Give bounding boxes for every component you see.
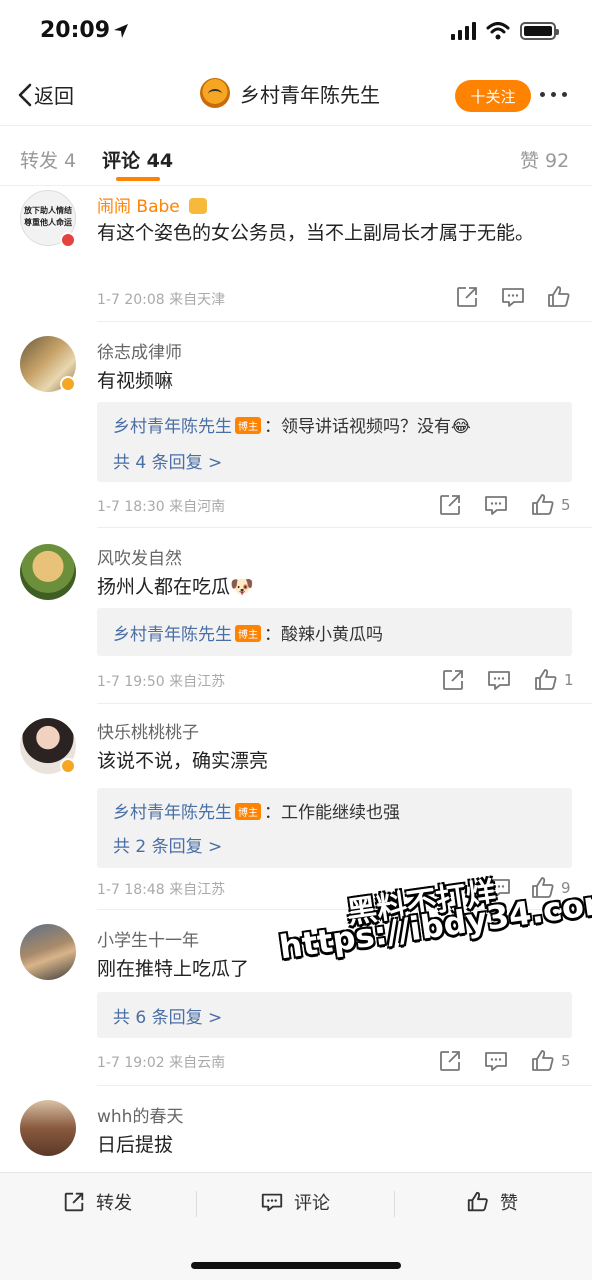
comment-text: 日后提拔 [97,1134,174,1156]
comment-username[interactable]: 风吹发自然 [97,544,182,569]
comment-icon [261,1193,283,1212]
like-icon [467,1191,488,1212]
verified-badge-icon [60,232,76,248]
reply-text: ：领导讲话视频吗？没有😂 [264,417,471,437]
verified-badge-icon [60,758,76,774]
status-bar: 20:09 [0,0,592,66]
like-icon[interactable] [546,284,572,310]
avatar-text: 放下助人情结 尊重他人命运 [24,206,72,227]
comment-username[interactable]: 快乐桃桃桃子 [97,718,199,743]
comment-text: 该说不说，确实漂亮 [97,750,269,772]
reply-author[interactable]: 乡村青年陈先生 [113,625,232,645]
like-icon[interactable] [533,667,559,693]
comment-item: 快乐桃桃桃子 该说不说，确实漂亮 乡村青年陈先生 博主 ：工作能继续也强 共 2 条… [0,704,592,910]
tab-comments[interactable]: 评论 44 [102,146,173,173]
comment-username[interactable]: whh的春天 [97,1102,183,1127]
comment-meta: 1-7 19:50 来自江苏 [97,674,226,690]
reply-box[interactable]: 共 6 条回复 > [97,992,572,1038]
more-replies-link[interactable]: 共 4 条回复 > [113,448,222,473]
comment-icon[interactable] [500,284,526,310]
avatar[interactable] [20,924,76,980]
more-replies-link[interactable]: 共 2 条回复 > [113,832,222,857]
more-replies-link[interactable]: 共 6 条回复 > [113,1003,222,1028]
back-button[interactable]: 返回 [16,80,74,109]
avatar[interactable] [20,544,76,600]
nav-title-group[interactable]: 乡村青年陈先生 [200,78,380,108]
tiger-avatar-icon [200,78,230,108]
share-icon[interactable] [437,1048,463,1074]
tab-repost[interactable]: 转发 4 [20,146,76,173]
reply-line: 乡村青年陈先生 博主 ：领导讲话视频吗？没有😂 [113,412,471,437]
reply-line: 乡村青年陈先生 博主 ：酸辣小黄瓜吗 [113,620,383,645]
crown-badge-icon [189,198,208,214]
comment-item: whh的春天 日后提拔 [0,1086,592,1172]
chevron-left-icon [18,83,32,106]
cellular-signal-icon [451,22,476,40]
comment-meta: 1-7 18:48 来自江苏 [97,882,226,898]
more-options-icon[interactable] [540,92,567,97]
comment-username[interactable]: 徐志成律师 [97,338,182,363]
author-badge: 博主 [235,625,261,642]
comment-icon[interactable] [483,1048,509,1074]
nav-bar: 返回 乡村青年陈先生 十关注 [0,66,592,126]
comment-meta: 1-7 19:02 来自云南 [97,1055,226,1071]
battery-icon [520,22,559,40]
verified-badge-icon [60,376,76,392]
location-arrow-icon [114,24,128,38]
tab-likes[interactable]: 赞 92 [520,146,569,173]
divider [394,1191,395,1217]
reply-box[interactable]: 乡村青年陈先生 博主 ：工作能继续也强 共 2 条回复 > [97,788,572,868]
share-icon[interactable] [437,492,463,518]
avatar[interactable] [20,1100,76,1156]
comment-item: 徐志成律师 有视频嘛 乡村青年陈先生 博主 ：领导讲话视频吗？没有😂 共 4 条回复… [0,322,592,528]
like-icon[interactable] [530,492,556,518]
like-button[interactable]: 赞 [466,1189,518,1215]
comment-username-text: 闹闹 Babe [97,197,180,217]
divider [196,1191,197,1217]
share-icon[interactable] [454,284,480,310]
like-count: 1 [564,671,574,689]
like-icon[interactable] [530,1048,556,1074]
reply-author[interactable]: 乡村青年陈先生 [113,803,232,823]
reply-box[interactable]: 乡村青年陈先生 博主 ：酸辣小黄瓜吗 [97,608,572,656]
comment-username[interactable]: 小学生十一年 [97,926,199,951]
comment-item: 风吹发自然 扬州人都在吃瓜🐶 乡村青年陈先生 博主 ：酸辣小黄瓜吗 1-7 19:5… [0,528,592,704]
repost-label: 转发 [96,1193,132,1214]
author-badge: 博主 [235,803,261,820]
reply-author[interactable]: 乡村青年陈先生 [113,417,232,437]
follow-button[interactable]: 十关注 [455,80,531,112]
reply-text: ：酸辣小黄瓜吗 [264,625,383,645]
comment-text: 有视频嘛 [97,370,174,392]
status-time: 20:09 [40,18,111,43]
reply-text: ：工作能继续也强 [264,803,400,823]
wifi-icon [486,22,510,40]
comment-text: 扬州人都在吃瓜🐶 [97,576,254,598]
like-count: 5 [561,496,571,514]
back-label: 返回 [34,84,74,108]
author-badge: 博主 [235,417,261,434]
repost-button[interactable]: 转发 [62,1189,132,1215]
page-title: 乡村青年陈先生 [240,82,380,107]
share-icon[interactable] [440,667,466,693]
tab-active-indicator [116,177,160,181]
comment-item: 放下助人情结 尊重他人命运 闹闹 Babe 有这个姿色的女公务员，当不上副局长才… [0,186,592,322]
like-count: 5 [561,1052,571,1070]
like-label: 赞 [500,1193,518,1214]
reply-box[interactable]: 乡村青年陈先生 博主 ：领导讲话视频吗？没有😂 共 4 条回复 > [97,402,572,482]
comment-icon[interactable] [483,492,509,518]
tab-bar: 转发 4 评论 44 赞 92 [0,126,592,186]
comment-text: 有这个姿色的女公务员，当不上副局长才属于无能。 [97,222,535,244]
comment-meta: 1-7 18:30 来自河南 [97,499,226,515]
comment-icon[interactable] [486,667,512,693]
comment-button[interactable]: 评论 [260,1189,330,1215]
comment-username[interactable]: 闹闹 Babe [97,192,208,217]
comment-label: 评论 [294,1193,330,1214]
home-indicator[interactable] [191,1262,401,1269]
comment-meta: 1-7 20:08 来自天津 [97,292,226,308]
reply-line: 乡村青年陈先生 博主 ：工作能继续也强 [113,798,400,823]
repost-icon [64,1192,84,1212]
